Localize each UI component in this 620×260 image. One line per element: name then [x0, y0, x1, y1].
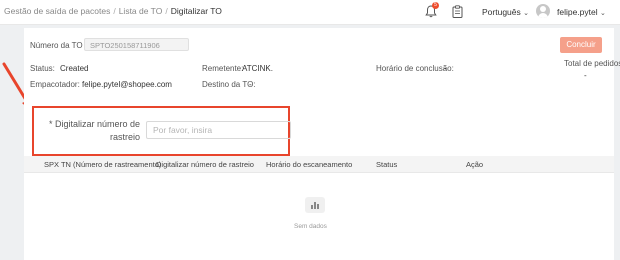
table-header: SPX TN (Número de rastreamento) Digitali…: [24, 156, 614, 173]
column-header-scan-time: Horário do escaneamento: [266, 160, 353, 169]
destination-label: Destino da TO:: [202, 80, 256, 89]
to-details-card: Número da TO SPTO250158711906 Concluir S…: [24, 28, 620, 260]
status-value: Created: [60, 64, 89, 73]
column-header-action: Ação: [466, 160, 484, 169]
total-orders-label: Total de pedidos: [564, 59, 620, 68]
packer-label: Empacotador:: [30, 80, 80, 89]
chevron-down-icon: ⌄: [523, 10, 529, 17]
language-selector[interactable]: Português ⌄: [482, 7, 529, 17]
sender-label: Remetente:: [202, 64, 244, 73]
empty-data-icon: [305, 197, 325, 213]
to-number-label: Número da TO: [30, 41, 83, 50]
user-menu[interactable]: felipe.pytel ⌄: [557, 7, 606, 17]
sender-value: ATCINK.: [242, 64, 273, 73]
total-orders-value: -: [584, 71, 587, 80]
to-number-field: SPTO250158711906: [84, 38, 189, 51]
language-label: Português: [482, 7, 521, 17]
username: felipe.pytel: [557, 7, 598, 17]
empty-state-text: Sem dados: [294, 223, 327, 230]
scan-tracking-input[interactable]: Por favor, insira: [146, 121, 291, 139]
top-bar: Gestão de saída de pacotes / Lista de TO / D…: [0, 0, 620, 25]
breadcrumb-separator: /: [113, 6, 116, 16]
breadcrumb-separator: /: [165, 6, 168, 16]
column-header-scan-tracking: Digitalizar número de rastreio: [156, 160, 254, 169]
packer-value: felipe.pytel@shopee.com: [82, 80, 172, 89]
column-header-status: Status: [376, 160, 398, 169]
completion-time-label: Horário de conclusão:: [376, 64, 454, 73]
completion-time-value: -: [444, 64, 447, 73]
notification-badge: 5: [432, 2, 439, 9]
avatar[interactable]: [536, 4, 550, 18]
destination-value: -: [249, 80, 252, 89]
column-header-tracking-number: SPX TN (Número de rastreamento): [44, 160, 162, 169]
scan-tracking-label: * Digitalizar número de rastreio: [48, 119, 140, 142]
finish-button[interactable]: Concluir: [560, 37, 602, 53]
status-label: Status:: [30, 64, 55, 73]
table-body: Sem dados: [24, 173, 614, 260]
breadcrumb: Gestão de saída de pacotes / Lista de TO / D…: [4, 6, 222, 16]
chevron-down-icon: ⌄: [600, 10, 606, 17]
breadcrumb-item-to-list[interactable]: Lista de TO: [119, 6, 163, 16]
breadcrumb-item-current: Digitalizar TO: [170, 6, 222, 16]
breadcrumb-item-package-outbound[interactable]: Gestão de saída de pacotes: [4, 6, 110, 16]
clipboard-icon[interactable]: [452, 5, 463, 18]
scan-highlight-box: * Digitalizar número de rastreio Por fav…: [32, 106, 291, 156]
